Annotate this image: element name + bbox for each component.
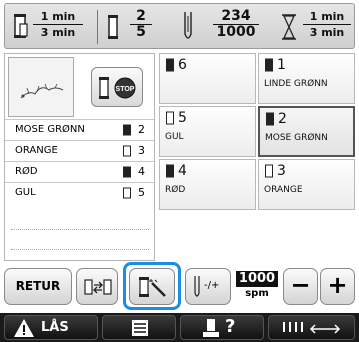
color-list-button[interactable] xyxy=(102,315,176,340)
divider xyxy=(11,249,149,250)
list-item: MOSE GRØNN 2 xyxy=(5,119,154,140)
needle-button-1[interactable]: 1 LINDE GRØNN xyxy=(258,53,355,104)
needle-number: 4 xyxy=(178,163,187,179)
bottom-nav: LÅS ? xyxy=(0,313,359,342)
stitch-count-indicator: 234 1000 xyxy=(175,4,275,50)
warning-icon xyxy=(14,319,34,337)
needle-bar-icon xyxy=(283,322,341,334)
current-stitch: 234 xyxy=(213,9,259,25)
color-name: GUL xyxy=(15,187,36,198)
needle-button-2[interactable]: 2 MOSE GRØNN xyxy=(258,106,355,157)
spool-icon xyxy=(14,14,28,38)
needle-number: 5 xyxy=(138,186,145,199)
spool-icon xyxy=(123,124,131,136)
pattern-preview-icon xyxy=(20,83,64,99)
needle-icon xyxy=(184,12,192,39)
stop-label: STOP xyxy=(116,86,135,93)
needle-button-5[interactable]: 5 GUL xyxy=(159,106,256,157)
sequence-panel: STOP MOSE GRØNN 2 ORANGE 3 RØD 4 GUL 5 xyxy=(4,53,155,261)
needle-grid: 6 1 LINDE GRØNN 5 GUL 2 MOSE GRØNN 4 RØD… xyxy=(159,53,355,261)
needle-bar-button[interactable] xyxy=(268,315,355,340)
color-name: MOSE GRØNN xyxy=(15,124,85,135)
retur-button[interactable]: RETUR xyxy=(4,268,72,305)
stitch-adjust-label: -/+ xyxy=(204,280,220,291)
stitch-adjust-button[interactable]: -/+ xyxy=(185,268,231,305)
thread-color-name: MOSE GRØNN xyxy=(265,133,328,143)
speed-display: 1000 spm xyxy=(234,269,280,303)
needle-number: 4 xyxy=(138,165,145,178)
spool-icon xyxy=(265,58,273,72)
stop-button[interactable]: STOP xyxy=(91,67,143,107)
spool-icon xyxy=(166,58,174,72)
needle-number: 6 xyxy=(178,57,187,73)
needle-number: 1 xyxy=(277,57,286,73)
current-color-index: 2 xyxy=(130,9,152,25)
help-label: ? xyxy=(225,316,236,337)
divider xyxy=(97,10,98,44)
retur-label: RETUR xyxy=(15,279,61,293)
lock-button[interactable]: LÅS xyxy=(4,315,98,340)
help-button[interactable]: ? xyxy=(180,315,264,340)
timer-remaining: 1 min xyxy=(303,9,351,25)
spool-icon xyxy=(123,166,131,178)
spool-icon xyxy=(166,164,174,178)
list-item: GUL 5 xyxy=(5,182,154,203)
thread-color-name: LINDE GRØNN xyxy=(264,79,328,89)
plus-icon: + xyxy=(327,271,348,299)
thread-color-name: ORANGE xyxy=(264,185,303,195)
thread-color-name: RØD xyxy=(165,185,186,195)
swap-spools-icon xyxy=(84,279,112,295)
speed-increase-button[interactable]: + xyxy=(320,268,355,305)
spool-icon xyxy=(265,164,273,178)
spool-wand-icon xyxy=(139,277,166,297)
spool-stop-icon: STOP xyxy=(99,77,136,99)
stitch-fraction: 234 1000 xyxy=(213,9,259,40)
needle-button-6[interactable]: 6 xyxy=(159,53,256,104)
color-name: RØD xyxy=(15,166,38,177)
list-icon xyxy=(132,320,148,336)
hourglass-icon xyxy=(282,14,296,40)
timer-indicator: 1 min 3 min xyxy=(281,4,355,50)
time-fraction: 1 min 3 min xyxy=(33,9,83,40)
needle-number: 2 xyxy=(138,123,145,136)
embroidery-screen: 1 min 3 min 2 5 234 1000 1 min 3 min STO… xyxy=(0,0,359,342)
embroidery-preview xyxy=(8,57,74,117)
speed-decrease-button[interactable]: − xyxy=(283,268,318,305)
spool-icon xyxy=(166,111,174,125)
needle-button-3[interactable]: 3 ORANGE xyxy=(258,159,355,210)
list-item: RØD 4 xyxy=(5,161,154,182)
total-colors: 5 xyxy=(136,24,146,40)
swap-colors-button[interactable] xyxy=(76,268,118,305)
minus-icon: − xyxy=(290,271,311,299)
total-stitches: 1000 xyxy=(216,24,256,40)
color-name: ORANGE xyxy=(15,145,58,156)
spool-icon xyxy=(108,15,118,39)
machine-icon xyxy=(203,319,219,337)
needle-icon xyxy=(194,276,200,297)
needle-button-4[interactable]: 4 RØD xyxy=(159,159,256,210)
lock-label: LÅS xyxy=(41,320,69,335)
needle-number: 5 xyxy=(178,110,187,126)
needle-number: 2 xyxy=(278,111,287,127)
speed-value: 1000 xyxy=(236,271,278,287)
time-total: 3 min xyxy=(40,26,76,39)
needle-number: 3 xyxy=(277,163,286,179)
status-bar: 1 min 3 min 2 5 234 1000 1 min 3 min xyxy=(4,3,355,49)
needle-number: 3 xyxy=(138,144,145,157)
spool-icon xyxy=(123,187,131,199)
color-fraction: 2 5 xyxy=(130,9,152,40)
divider xyxy=(11,229,149,230)
color-edit-button[interactable] xyxy=(129,268,175,305)
time-elapsed: 1 min xyxy=(33,9,83,25)
speed-unit: spm xyxy=(245,288,269,299)
thread-color-name: GUL xyxy=(165,132,184,142)
spool-icon xyxy=(123,145,131,157)
timer-total: 3 min xyxy=(309,26,345,39)
list-item: ORANGE 3 xyxy=(5,140,154,161)
spool-icon xyxy=(266,112,274,126)
time-indicator: 1 min 3 min xyxy=(9,4,89,50)
timer-fraction: 1 min 3 min xyxy=(303,9,351,40)
color-count-indicator: 2 5 xyxy=(102,4,172,50)
